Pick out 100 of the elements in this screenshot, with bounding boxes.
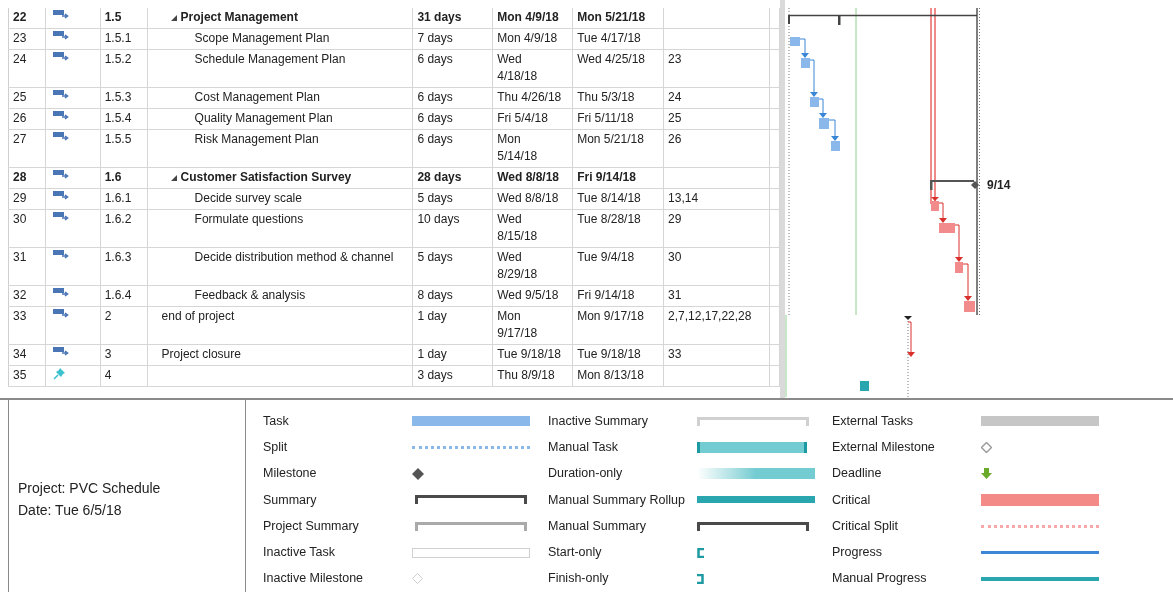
- legend-label: Milestone: [263, 465, 318, 483]
- wbs-cell: 1.5.3: [104, 90, 132, 104]
- start-date-cell-text: Wed 9/5/18: [497, 287, 560, 304]
- wbs-cell: 1.5: [104, 10, 122, 24]
- start-date-cell-text: Mon 4/9/18: [497, 30, 559, 47]
- task-name: Project closure: [161, 346, 241, 363]
- wbs-cell: 1.5.1: [104, 31, 132, 45]
- wbs-cell: 4: [104, 368, 112, 382]
- diamond-icon: [412, 467, 424, 480]
- task-name: end of project: [161, 308, 235, 325]
- task-mode-icon: [52, 30, 69, 41]
- wbs-cell: 1.6.1: [104, 191, 132, 205]
- duration-cell: 3 days: [417, 368, 453, 382]
- diamond-icon: [981, 441, 992, 453]
- dependency-arrow: [938, 202, 947, 223]
- task-mode-icon: [52, 190, 69, 201]
- critical-task-bar: [931, 201, 939, 211]
- down-arrow-icon: [981, 468, 992, 480]
- wbs-cell: 2: [104, 309, 112, 323]
- dependency-arrow: [907, 321, 915, 357]
- row-number: 29: [13, 191, 27, 205]
- duration-cell: 10 days: [417, 212, 460, 226]
- critical-task-bar: [964, 301, 975, 312]
- row-number: 33: [13, 309, 27, 323]
- predecessors-cell: 25: [668, 111, 682, 125]
- legend-label: Manual Summary: [548, 517, 647, 535]
- legend-label: External Tasks: [832, 412, 915, 430]
- predecessors-cell: 33: [668, 347, 682, 361]
- predecessors-cell: 26: [668, 132, 682, 146]
- row-number: 22: [13, 10, 27, 24]
- wbs-cell: 1.6.3: [104, 250, 132, 264]
- row-number: 25: [13, 90, 27, 104]
- pin-icon: [52, 367, 66, 380]
- task-name: Scope Management Plan: [194, 30, 330, 47]
- wbs-cell: 1.5.2: [104, 52, 132, 66]
- project-date: Date: Tue 6/5/18: [18, 501, 123, 520]
- wbs-cell: 1.5.5: [104, 132, 132, 146]
- duration-cell: 6 days: [417, 132, 453, 146]
- legend-label: Critical Split: [832, 517, 899, 535]
- predecessors-cell: 31: [668, 288, 682, 302]
- bracket-icon: [697, 547, 704, 558]
- milestone-marker: [904, 316, 912, 320]
- row-number: 28: [13, 170, 27, 184]
- start-date-cell-text: Wed 8/8/18: [497, 190, 560, 207]
- start-date-cell-text: Tue 9/18/18: [497, 346, 562, 363]
- legend-label: Summary: [263, 491, 318, 509]
- legend-label: Progress: [832, 544, 884, 562]
- row-number: 26: [13, 111, 27, 125]
- legend-label: Manual Summary Rollup: [548, 491, 686, 509]
- project-name: Project: PVC Schedule: [18, 479, 162, 498]
- row-number: 27: [13, 132, 27, 146]
- dependency-arrow: [954, 224, 963, 262]
- wbs-cell: 1.6.4: [104, 288, 132, 302]
- finish-date-cell: Mon 8/13/18: [577, 368, 644, 382]
- finish-date-cell: Tue 8/28/18: [577, 212, 641, 226]
- task-name: Quality Management Plan: [194, 110, 333, 127]
- start-date-cell-text: Wed 8/29/18: [497, 249, 539, 283]
- bracket-icon: [697, 573, 704, 584]
- legend-label: Task: [263, 412, 290, 430]
- dependency-arrow: [828, 119, 839, 141]
- legend-label: Deadline: [832, 465, 883, 483]
- collapse-triangle-icon[interactable]: [170, 14, 177, 21]
- task-mode-icon: [52, 9, 69, 20]
- row-number: 34: [13, 347, 27, 361]
- legend-label: Manual Progress: [832, 570, 928, 588]
- critical-task-bar: [939, 223, 955, 233]
- finish-date-cell: Tue 4/17/18: [577, 31, 641, 45]
- task-name: Project Management: [180, 9, 298, 26]
- task-name: Customer Satisfaction Survey: [180, 169, 352, 186]
- finish-date-cell: Fri 9/14/18: [577, 288, 635, 302]
- predecessors-cell: 29: [668, 212, 682, 226]
- duration-cell: 1 day: [417, 309, 447, 323]
- legend-label: Project Summary: [263, 517, 360, 535]
- start-date-cell-text: Fri 5/4/18: [497, 110, 549, 127]
- task-bar: [819, 118, 829, 129]
- start-date-cell-text: Mon 9/17/18: [497, 308, 539, 342]
- collapse-triangle-icon[interactable]: [170, 174, 177, 181]
- start-date-cell: Thu 4/26/18: [497, 89, 563, 106]
- finish-date-cell: Mon 5/21/18: [577, 132, 644, 146]
- legend-label: Split: [263, 439, 289, 457]
- finish-date-cell: Mon 5/21/18: [577, 10, 646, 24]
- dependency-arrow: [962, 263, 972, 301]
- legend-label: Inactive Milestone: [263, 570, 365, 588]
- task-mode-icon: [52, 131, 69, 142]
- task-bar: [810, 97, 819, 107]
- row-number: 30: [13, 212, 27, 226]
- legend-label: Finish-only: [548, 570, 610, 588]
- task-name: Risk Management Plan: [194, 131, 319, 148]
- finish-date-label: 9/14: [987, 177, 1011, 194]
- task-name: Decide survey scale: [194, 190, 302, 207]
- duration-cell: 7 days: [417, 31, 453, 45]
- duration-cell: 5 days: [417, 191, 453, 205]
- task-mode-icon: [52, 51, 69, 62]
- task-mode-icon: [52, 211, 69, 222]
- finish-date-cell: Thu 5/3/18: [577, 90, 635, 104]
- task-bar: [790, 37, 800, 46]
- row-number: 31: [13, 250, 27, 264]
- task-name: Decide distribution method & channel: [194, 249, 394, 266]
- predecessors-cell: 30: [668, 250, 682, 264]
- legend-label: External Milestone: [832, 439, 936, 457]
